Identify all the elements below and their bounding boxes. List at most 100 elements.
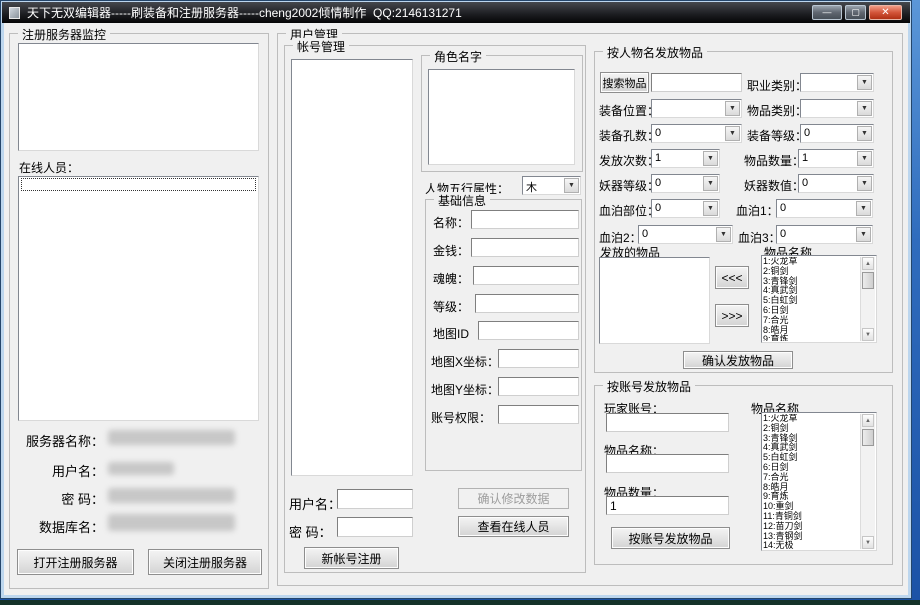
job-class-select[interactable]: ▼ — [800, 73, 874, 92]
equip-level-label: 装备等级： — [747, 127, 807, 144]
map-x-field[interactable] — [498, 349, 579, 368]
selected-value: 0 — [655, 177, 661, 189]
item-names-list2[interactable]: 1:火龙草2:铜剑3:青锋剑4:真武剑5:白虹剑6:日剑7:合光8:皓月9:育炼… — [761, 412, 877, 551]
role-name-list[interactable] — [428, 69, 575, 165]
map-id-label: 地图ID — [433, 325, 469, 342]
demon-level-label: 妖器等级： — [599, 177, 659, 194]
level-label: 等级： — [433, 298, 469, 315]
item-names-list[interactable]: 1:火龙草2:铜剑3:青锋剑4:真武剑5:白虹剑6:日剑7:合光8:皓月9:育炼… — [761, 255, 877, 343]
close-icon: ✕ — [881, 8, 889, 18]
give-by-account-button[interactable]: 按账号发放物品 — [611, 527, 730, 549]
account-list[interactable] — [291, 59, 413, 476]
taskbar-edge — [0, 600, 920, 605]
search-item-button[interactable]: 搜索物品 — [600, 72, 649, 93]
map-x-label: 地图X坐标： — [431, 353, 499, 370]
blood3-select[interactable]: 0 ▼ — [776, 225, 873, 244]
scroll-down-icon[interactable]: ▼ — [862, 536, 874, 549]
demon-level-select[interactable]: 0 ▼ — [651, 174, 720, 193]
selected-value: 木 — [526, 179, 537, 195]
money-field[interactable] — [471, 238, 579, 257]
open-register-server-button[interactable]: 打开注册服务器 — [17, 549, 134, 575]
redacted-username — [108, 462, 174, 475]
redacted-server-name — [108, 430, 235, 445]
maximize-button[interactable]: ▢ — [845, 5, 866, 20]
equip-slot-select[interactable]: ▼ — [651, 99, 742, 118]
equip-holes-select[interactable]: 0 ▼ — [651, 124, 742, 143]
item-qty-select[interactable]: 1 ▼ — [798, 149, 874, 168]
blood-part-label: 血泊部位： — [599, 202, 659, 219]
chevron-down-icon: ▼ — [857, 101, 872, 116]
search-item-field[interactable] — [651, 73, 742, 92]
give-item-name-field[interactable] — [606, 454, 729, 473]
window-title: 天下无双编辑器-----刷装备和注册服务器-----cheng2002倾情制作 … — [27, 4, 462, 21]
chevron-down-icon: ▼ — [857, 75, 872, 90]
money-label: 金钱： — [433, 242, 469, 259]
list-item[interactable]: 9:育炼 — [763, 335, 860, 341]
scrollbar[interactable]: ▲ ▼ — [860, 414, 875, 549]
chevron-down-icon: ▼ — [857, 176, 872, 191]
online-users-list[interactable] — [18, 176, 259, 421]
list-selection-outline[interactable] — [21, 178, 256, 191]
privilege-label: 账号权限： — [431, 409, 491, 426]
equip-slot-label: 装备位置： — [599, 102, 659, 119]
map-id-field[interactable] — [478, 321, 579, 340]
register-monitor-title: 注册服务器监控 — [18, 26, 110, 43]
equip-level-select[interactable]: 0 ▼ — [800, 124, 874, 143]
move-item-out-button[interactable]: >>> — [715, 304, 749, 327]
item-class-label: 物品类别： — [747, 102, 807, 119]
player-account-field[interactable] — [606, 413, 729, 432]
element-attr-select[interactable]: 木 ▼ — [522, 176, 581, 195]
blood2-select[interactable]: 0 ▼ — [638, 225, 733, 244]
blood1-label: 血泊1： — [736, 202, 779, 219]
selected-items-list[interactable] — [599, 257, 710, 344]
server-password-label: 密 码： — [9, 489, 104, 508]
minimize-button[interactable]: — — [812, 5, 842, 20]
blood1-select[interactable]: 0 ▼ — [776, 199, 873, 218]
close-register-server-button[interactable]: 关闭注册服务器 — [148, 549, 262, 575]
item-qty-label: 物品数量： — [744, 152, 804, 169]
monitor-list[interactable] — [18, 43, 259, 151]
soul-field[interactable] — [473, 266, 579, 285]
privilege-field[interactable] — [498, 405, 579, 424]
confirm-edit-button[interactable]: 确认修改数据 — [458, 488, 569, 509]
close-button[interactable]: ✕ — [869, 5, 902, 20]
map-y-field[interactable] — [498, 377, 579, 396]
view-online-button[interactable]: 查看在线人员 — [458, 516, 569, 537]
chevron-down-icon: ▼ — [725, 126, 740, 141]
selected-value: 0 — [642, 228, 648, 240]
give-item-qty-field[interactable] — [606, 496, 729, 515]
account-username-field[interactable] — [337, 489, 413, 509]
level-field[interactable] — [475, 294, 579, 313]
give-by-name-title: 按人物名发放物品 — [603, 44, 707, 61]
selected-value: 0 — [780, 228, 786, 240]
list-item[interactable]: 14:无极 — [763, 541, 860, 549]
name-field[interactable] — [471, 210, 579, 229]
register-account-button[interactable]: 新帐号注册 — [304, 547, 399, 569]
title-bar[interactable]: 天下无双编辑器-----刷装备和注册服务器-----cheng2002倾情制作 … — [2, 2, 910, 23]
redacted-database — [108, 514, 235, 531]
account-password-field[interactable] — [337, 517, 413, 537]
selected-value: 0 — [802, 177, 808, 189]
scroll-thumb[interactable] — [862, 272, 874, 289]
chevron-down-icon: ▼ — [564, 178, 579, 193]
scrollbar[interactable]: ▲ ▼ — [860, 257, 875, 341]
chevron-down-icon: ▼ — [856, 227, 871, 242]
name-label: 名称： — [433, 214, 469, 231]
give-times-label: 发放次数： — [599, 152, 659, 169]
selected-value: 0 — [655, 127, 661, 139]
scroll-thumb[interactable] — [862, 429, 874, 446]
app-window: 天下无双编辑器-----刷装备和注册服务器-----cheng2002倾情制作 … — [0, 0, 912, 599]
scroll-up-icon[interactable]: ▲ — [862, 257, 874, 270]
item-class-select[interactable]: ▼ — [800, 99, 874, 118]
blood-part-select[interactable]: 0 ▼ — [651, 199, 720, 218]
chevron-down-icon: ▼ — [857, 126, 872, 141]
confirm-give-button[interactable]: 确认发放物品 — [683, 351, 793, 369]
equip-holes-label: 装备孔数： — [599, 127, 659, 144]
scroll-down-icon[interactable]: ▼ — [862, 328, 874, 341]
chevron-down-icon: ▼ — [856, 201, 871, 216]
demon-value-select[interactable]: 0 ▼ — [798, 174, 874, 193]
move-item-in-button[interactable]: <<< — [715, 266, 749, 289]
scroll-up-icon[interactable]: ▲ — [862, 414, 874, 427]
give-times-select[interactable]: 1 ▼ — [651, 149, 720, 168]
selected-value: 0 — [780, 202, 786, 214]
